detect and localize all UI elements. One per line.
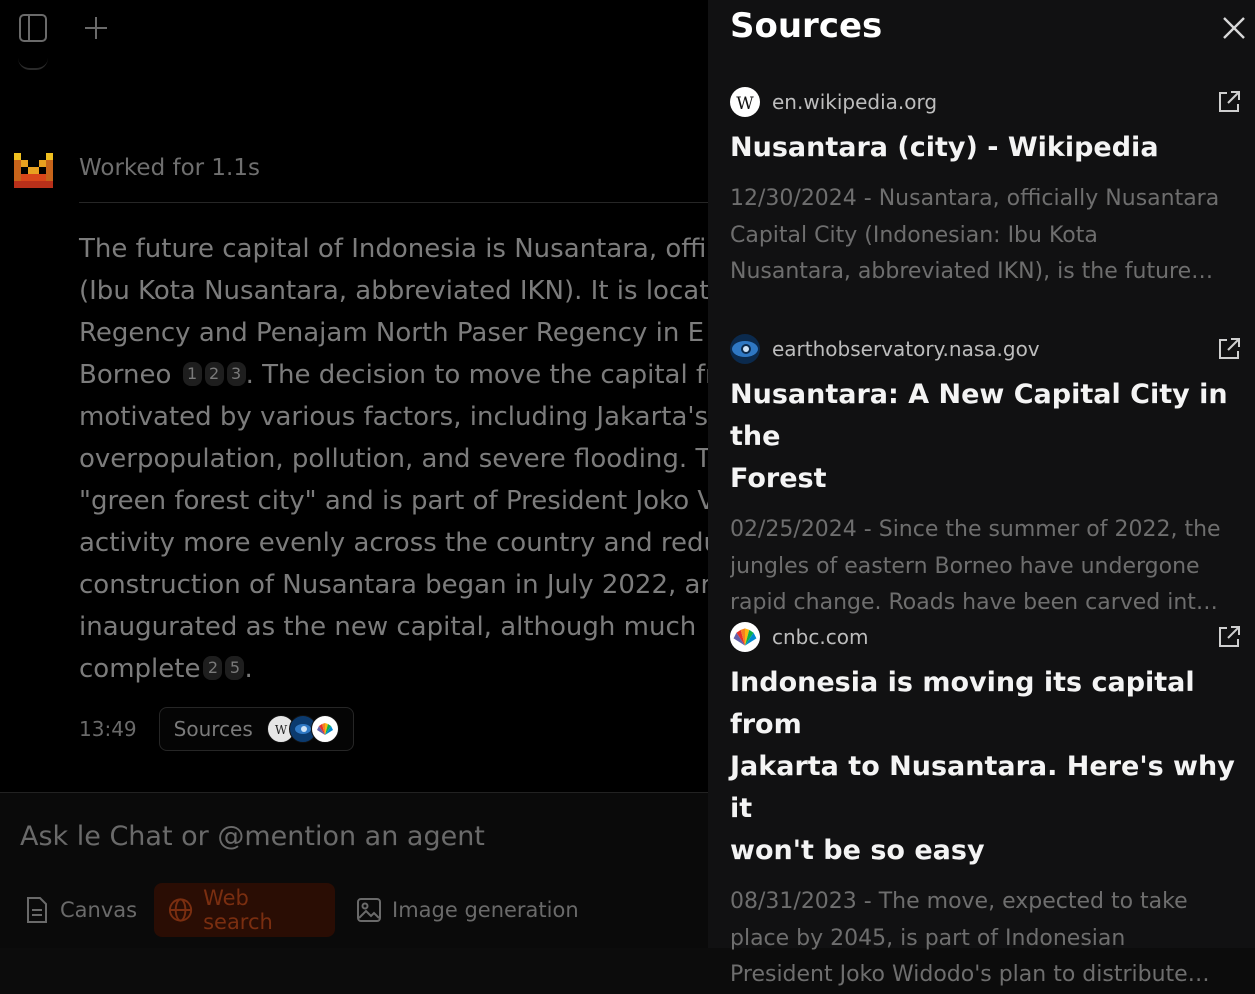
source-title-line: Indonesia is moving its capital from — [730, 667, 1195, 740]
web-search-label: Web search — [203, 886, 273, 934]
source-title[interactable]: Nusantara (city) - Wikipedia — [730, 127, 1240, 169]
sources-panel: Sources W en.wikipedia.org Nusantara (ci… — [708, 0, 1255, 987]
composer: Canvas Web search Image generation — [0, 792, 708, 948]
source-title-line: won't be so easy — [730, 835, 985, 866]
snippet-line: President Joko Widodo's plan to distribu… — [730, 962, 1210, 987]
source-title[interactable]: Indonesia is moving its capital from Jak… — [730, 662, 1240, 872]
assistant-avatar-icon — [14, 153, 53, 188]
source-card[interactable]: W en.wikipedia.org Nusantara (city) - Wi… — [730, 85, 1240, 291]
image-icon — [357, 898, 381, 922]
previous-avatar — [18, 58, 48, 70]
nbc-peacock-icon — [310, 715, 339, 743]
source-domain: cnbc.com — [772, 625, 869, 649]
divider — [79, 202, 708, 203]
wikipedia-icon: W — [730, 87, 760, 117]
answer-line: "green forest city" and is part of Presi… — [79, 486, 708, 516]
external-link-icon[interactable] — [1216, 336, 1242, 362]
nbc-peacock-icon — [730, 622, 760, 652]
panel-title: Sources — [730, 6, 883, 46]
external-link-icon[interactable] — [1216, 89, 1242, 115]
citation-3[interactable]: 3 — [226, 362, 246, 386]
citation-2[interactable]: 2 — [203, 656, 223, 680]
chat-input[interactable] — [20, 821, 680, 852]
source-header: cnbc.com — [730, 620, 1240, 654]
snippet-line: 08/31/2023 - The move, expected to take — [730, 889, 1188, 914]
canvas-label: Canvas — [60, 898, 138, 922]
answer-text: . — [244, 654, 253, 684]
globe-icon — [168, 898, 193, 922]
source-snippet: 12/30/2024 - Nusantara, officially Nusan… — [730, 181, 1240, 291]
worked-status: Worked for 1.1s — [79, 155, 260, 181]
document-icon — [27, 897, 47, 923]
source-icons: W — [266, 715, 339, 743]
snippet-line: place by 2045, is part of Indonesian — [730, 925, 1126, 951]
source-title-line: Nusantara: A New Capital City in the — [730, 379, 1228, 452]
source-header: W en.wikipedia.org — [730, 85, 1240, 119]
source-snippet: 08/31/2023 - The move, expected to take … — [730, 884, 1240, 994]
answer-line: motivated by various factors, including … — [79, 402, 708, 432]
source-snippet: 02/25/2024 - Since the summer of 2022, t… — [730, 512, 1240, 622]
citation-1[interactable]: 1 — [182, 362, 202, 386]
source-domain: earthobservatory.nasa.gov — [772, 337, 1040, 361]
source-title[interactable]: Nusantara: A New Capital City in the For… — [730, 374, 1240, 500]
chat-area: Worked for 1.1s The future capital of In… — [0, 0, 708, 948]
citation-5[interactable]: 5 — [225, 656, 245, 680]
image-generation-button[interactable]: Image generation — [356, 883, 579, 937]
answer-line: complete 2 5. — [79, 648, 708, 690]
message-meta: 13:49 Sources W — [79, 707, 354, 751]
answer-line: activity more evenly across the country … — [79, 528, 708, 558]
snippet-line: Nusantara, abbreviated IKN), is the futu… — [730, 259, 1214, 284]
snippet-line: Capital City (Indonesian: Ibu Kota — [730, 222, 1098, 248]
answer-text: Borneo — [79, 360, 172, 390]
sources-label: Sources — [173, 717, 253, 741]
source-card[interactable]: cnbc.com Indonesia is moving its capital… — [730, 620, 1240, 994]
answer-line: Regency and Penajam North Paser Regency … — [79, 318, 705, 348]
answer-line: Borneo 123. The decision to move the cap… — [79, 354, 708, 396]
sources-button[interactable]: Sources W — [158, 707, 354, 751]
message-time: 13:49 — [79, 717, 137, 741]
answer-text: . The decision to move the capital fr — [245, 360, 708, 390]
source-title-line: Nusantara (city) - Wikipedia — [730, 132, 1159, 163]
source-title-line: Forest — [730, 463, 827, 494]
nasa-earth-observatory-icon — [730, 334, 760, 364]
sidebar-toggle-icon[interactable] — [17, 12, 49, 44]
answer-line: inaugurated as the new capital, although… — [79, 612, 697, 642]
snippet-line: 02/25/2024 - Since the summer of 2022, t… — [730, 517, 1221, 542]
answer-line: overpopulation, pollution, and severe fl… — [79, 444, 708, 474]
snippet-line: rapid change. Roads have been carved int… — [730, 590, 1218, 615]
canvas-button[interactable]: Canvas — [24, 883, 137, 937]
snippet-line: 12/30/2024 - Nusantara, officially Nusan… — [730, 186, 1220, 211]
source-header: earthobservatory.nasa.gov — [730, 332, 1240, 366]
source-domain: en.wikipedia.org — [772, 90, 938, 114]
assistant-answer: The future capital of Indonesia is Nusan… — [79, 228, 708, 690]
new-chat-icon[interactable] — [80, 12, 112, 44]
snippet-line: jungles of eastern Borneo have undergone — [730, 553, 1200, 579]
answer-line: The future capital of Indonesia is Nusan… — [79, 234, 707, 264]
source-card[interactable]: earthobservatory.nasa.gov Nusantara: A N… — [730, 332, 1240, 622]
image-generation-label: Image generation — [392, 898, 579, 922]
answer-text: complete — [79, 654, 201, 684]
source-title-line: Jakarta to Nusantara. Here's why it — [730, 751, 1235, 824]
external-link-icon[interactable] — [1216, 624, 1242, 650]
svg-text:W: W — [736, 94, 754, 111]
citation-2[interactable]: 2 — [204, 362, 224, 386]
answer-line: (Ibu Kota Nusantara, abbreviated IKN). I… — [79, 276, 708, 306]
answer-line: construction of Nusantara began in July … — [79, 570, 708, 600]
close-icon[interactable] — [1218, 12, 1250, 44]
web-search-button[interactable]: Web search — [154, 883, 335, 937]
svg-text:W: W — [275, 723, 288, 735]
